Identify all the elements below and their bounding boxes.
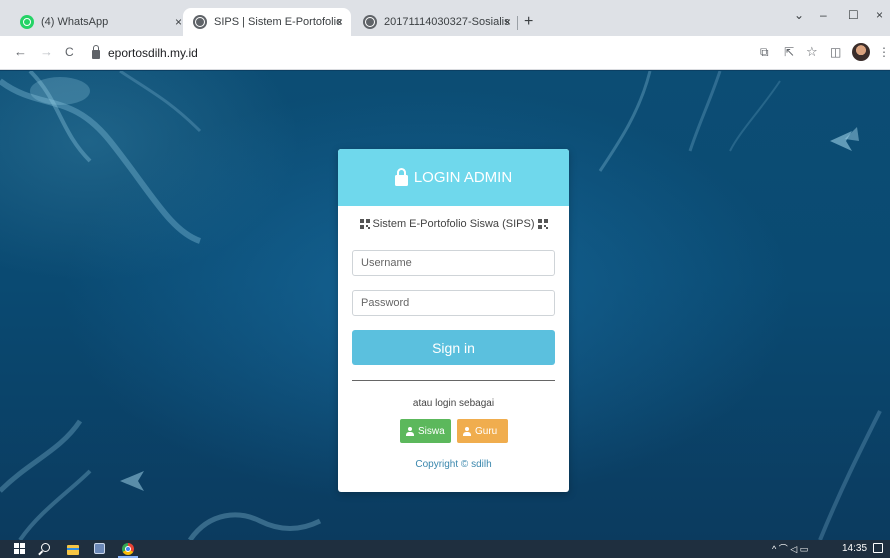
app-subtitle: Sistem E-Portofolio Siswa (SIPS) <box>338 218 569 230</box>
copyright-link[interactable]: Copyright © sdilh <box>338 459 569 470</box>
bookmark-star-icon[interactable]: ☆ <box>806 45 818 59</box>
share-icon[interactable]: ⇱ <box>784 45 794 59</box>
whatsapp-icon <box>20 15 34 29</box>
login-guru-button[interactable]: Guru <box>457 419 508 443</box>
guru-label: Guru <box>475 425 498 437</box>
user-icon <box>463 426 471 436</box>
globe-icon <box>363 15 377 29</box>
tab-title: (4) WhatsApp <box>41 16 109 28</box>
side-panel-icon[interactable]: ◫ <box>830 45 841 59</box>
lock-icon <box>394 167 408 186</box>
login-header: LOGIN ADMIN <box>338 149 569 206</box>
login-card: LOGIN ADMIN Sistem E-Portofolio Siswa (S… <box>338 149 569 492</box>
siswa-label: Siswa <box>418 425 445 437</box>
back-button[interactable]: ← <box>14 45 27 59</box>
tab-separator <box>517 16 518 30</box>
user-icon <box>406 426 414 436</box>
window-close-button[interactable]: × <box>876 8 883 22</box>
windows-start-icon[interactable] <box>14 543 25 554</box>
address-bar[interactable]: eportosdilh.my.id <box>92 42 742 64</box>
qrcode-icon <box>359 219 370 229</box>
maximize-button[interactable]: ☐ <box>848 8 859 22</box>
browser-tab-bar: (4) WhatsApp × SIPS | Sistem E-Portofoli… <box>0 0 890 36</box>
reload-button[interactable]: C <box>65 45 74 59</box>
lock-icon <box>92 45 100 59</box>
browser-menu-icon[interactable]: ⋮ <box>878 45 890 59</box>
tab-sips[interactable]: SIPS | Sistem E-Portofolio Siswa × <box>183 8 351 36</box>
tab-search-icon[interactable]: ⌄ <box>794 8 804 22</box>
browser-toolbar: ← → C eportosdilh.my.id ⧉ ⇱ ☆ ◫ ⋮ <box>0 36 890 70</box>
tab-title: 20171114030327-Sosialisasi-Leg <box>384 16 509 28</box>
minimize-button[interactable]: – <box>820 8 827 22</box>
profile-avatar[interactable] <box>852 43 870 61</box>
qrcode-icon <box>537 219 548 229</box>
url-text: eportosdilh.my.id <box>108 46 198 60</box>
windows-taskbar: ^ ⌒ ◁ ▭ 14:35 <box>0 540 890 558</box>
system-tray-icons[interactable]: ^ ⌒ ◁ ▭ <box>772 543 808 555</box>
chrome-icon[interactable] <box>122 543 134 555</box>
new-tab-button[interactable]: + <box>524 14 533 30</box>
alt-login-text: atau login sebagai <box>412 398 495 409</box>
notification-icon[interactable] <box>873 543 883 553</box>
login-siswa-button[interactable]: Siswa <box>400 419 451 443</box>
tab-close-icon[interactable]: × <box>336 15 343 29</box>
tab-title: SIPS | Sistem E-Portofolio Siswa <box>214 16 341 28</box>
signin-button[interactable]: Sign in <box>352 330 555 365</box>
password-input[interactable] <box>352 290 555 316</box>
search-icon[interactable] <box>41 543 50 552</box>
tab-whatsapp[interactable]: (4) WhatsApp × <box>10 8 190 36</box>
username-input[interactable] <box>352 250 555 276</box>
file-explorer-icon[interactable] <box>67 545 79 555</box>
tab-close-icon[interactable]: × <box>175 15 182 29</box>
subtitle-text: Sistem E-Portofolio Siswa (SIPS) <box>372 218 535 230</box>
divider <box>352 380 555 381</box>
clock-time[interactable]: 14:35 <box>842 543 867 555</box>
forward-button[interactable]: → <box>40 45 53 59</box>
page-background: LOGIN ADMIN Sistem E-Portofolio Siswa (S… <box>0 71 890 540</box>
translate-icon[interactable]: ⧉ <box>760 45 769 59</box>
app-icon[interactable] <box>94 543 105 554</box>
globe-icon <box>193 15 207 29</box>
login-title: LOGIN ADMIN <box>413 169 513 186</box>
tab-sosialisasi[interactable]: 20171114030327-Sosialisasi-Leg × <box>353 8 519 36</box>
tab-close-icon[interactable]: × <box>504 15 511 29</box>
